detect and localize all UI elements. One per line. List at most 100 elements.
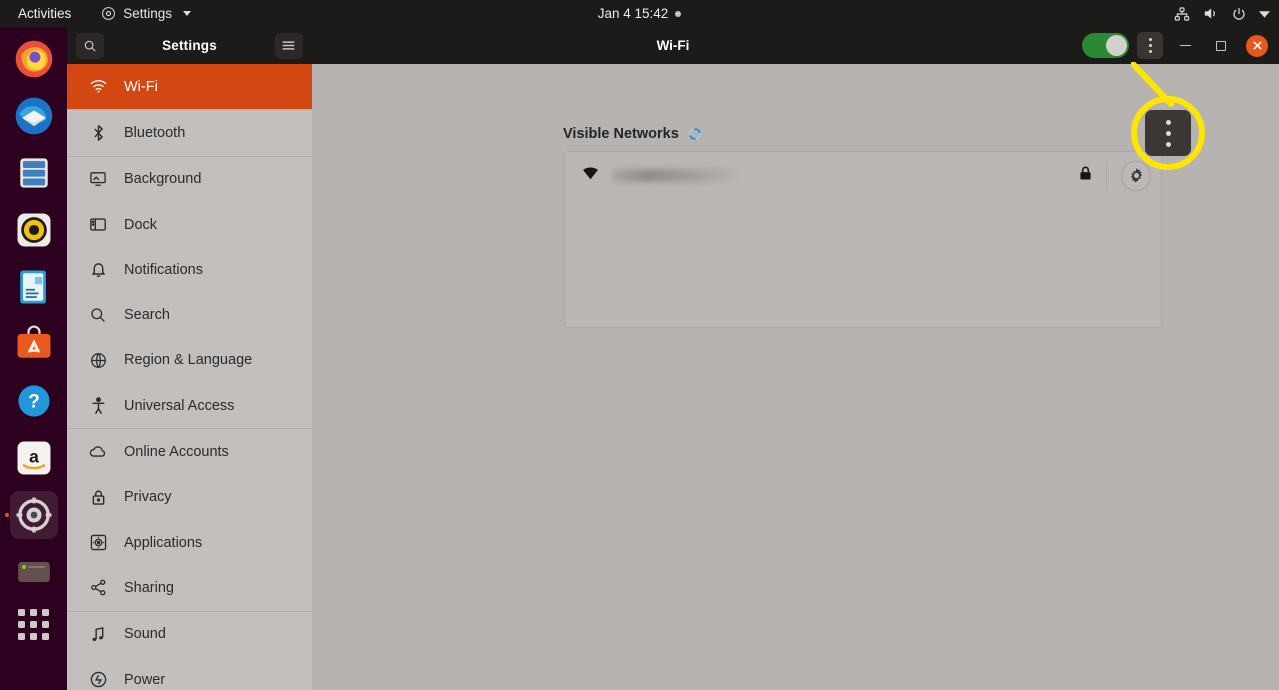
sidebar-item-label: Universal Access <box>124 397 235 414</box>
settings-sidebar: Wi-Fi Bluetooth Background Dock Notifica… <box>67 64 312 690</box>
dock-item-trash[interactable] <box>10 548 58 596</box>
sidebar-item-label: Sound <box>124 626 166 643</box>
network-settings-button[interactable] <box>1121 160 1151 191</box>
sidebar-item-label: Wi-Fi <box>124 78 158 95</box>
menu-dot <box>1148 38 1152 41</box>
libreoffice-writer-icon <box>19 270 46 304</box>
grid-dot <box>30 609 37 616</box>
sidebar-item-label: Privacy <box>124 489 172 506</box>
music-note-icon <box>89 626 107 643</box>
sidebar-title: Settings <box>162 38 217 53</box>
visible-networks-header: Visible Networks <box>563 126 702 142</box>
sidebar-item-online-accounts[interactable]: Online Accounts <box>67 429 312 474</box>
sidebar-item-bluetooth[interactable]: Bluetooth <box>67 110 312 155</box>
activities-button[interactable]: Activities <box>10 4 79 23</box>
section-title: Visible Networks <box>563 126 679 142</box>
dock-item-firefox[interactable] <box>10 35 58 83</box>
screen: Activities Settings Jan 4 15:42 ? a Sett… <box>0 0 1279 690</box>
sidebar-header: Settings <box>67 27 312 64</box>
minimize-button[interactable] <box>1171 32 1199 60</box>
sidebar-item-sound[interactable]: Sound <box>67 612 312 657</box>
visible-networks-list <box>564 151 1162 328</box>
dock-item-settings[interactable] <box>9 491 58 539</box>
close-icon <box>1246 34 1268 57</box>
menu-dot <box>1148 44 1152 47</box>
applications-icon <box>89 534 107 551</box>
sidebar-item-label: Background <box>124 171 202 188</box>
sidebar-item-sharing[interactable]: Sharing <box>67 565 312 610</box>
sidebar-item-notifications[interactable]: Notifications <box>67 247 312 292</box>
show-applications-button[interactable] <box>18 609 49 640</box>
wifi-panel: Visible Networks <box>312 64 1279 690</box>
cloud-icon <box>89 445 107 459</box>
app-menu-button[interactable]: Settings <box>101 6 192 21</box>
accessibility-icon <box>89 396 107 415</box>
wifi-signal-full-icon <box>582 166 599 185</box>
toggle-knob <box>1106 35 1127 56</box>
grid-dot <box>30 633 37 640</box>
sidebar-item-label: Applications <box>124 534 203 551</box>
sidebar-item-label: Dock <box>124 216 158 233</box>
chevron-down-icon <box>183 11 192 16</box>
dock-item-help[interactable]: ? <box>10 377 58 425</box>
search-button[interactable] <box>76 32 104 59</box>
padlock-icon <box>1079 166 1092 186</box>
ubuntu-software-icon <box>17 325 50 358</box>
panel-body: Visible Networks <box>312 64 1279 690</box>
sidebar-item-label: Bluetooth <box>124 124 186 141</box>
sidebar-item-label: Sharing <box>124 579 174 596</box>
sidebar-item-region-language[interactable]: Region & Language <box>67 338 312 383</box>
background-monitor-icon <box>89 171 107 187</box>
close-button[interactable] <box>1243 32 1271 60</box>
grid-dot <box>18 633 25 640</box>
maximize-icon <box>1216 40 1226 51</box>
sidebar-item-universal-access[interactable]: Universal Access <box>67 383 312 428</box>
help-icon: ? <box>17 385 50 417</box>
system-tray[interactable] <box>1174 0 1270 27</box>
grid-dot <box>18 621 25 628</box>
hamburger-menu-icon <box>283 41 295 50</box>
globe-icon <box>89 352 107 369</box>
chevron-down-icon <box>1259 10 1270 18</box>
sidebar-item-search[interactable]: Search <box>67 292 312 337</box>
settings-window: Settings Wi-Fi Wi-Fi Bluetooth Backgroun… <box>67 27 1279 690</box>
search-icon <box>89 307 107 323</box>
clock-button[interactable]: Jan 4 15:42 <box>540 6 740 21</box>
share-icon <box>89 579 107 596</box>
power-icon <box>1231 6 1247 22</box>
sidebar-item-privacy[interactable]: Privacy <box>67 475 312 520</box>
dock-item-rhythmbox[interactable] <box>10 206 58 254</box>
sidebar-item-applications[interactable]: Applications <box>67 520 312 565</box>
settings-gear-icon <box>16 497 51 533</box>
window-titlebar: Settings Wi-Fi <box>67 27 1279 64</box>
thunderbird-icon <box>15 97 52 135</box>
dock-item-thunderbird[interactable] <box>10 92 58 140</box>
hamburger-menu-button[interactable] <box>274 32 303 59</box>
maximize-button[interactable] <box>1207 32 1235 60</box>
menu-dot <box>1148 50 1152 53</box>
wifi-toggle[interactable] <box>1082 33 1129 58</box>
lock-icon <box>89 489 107 506</box>
sidebar-item-wifi[interactable]: Wi-Fi <box>67 64 312 110</box>
minimize-icon <box>1179 44 1191 47</box>
loading-spinner-icon <box>688 127 702 141</box>
grid-dot <box>18 609 25 616</box>
three-dot-menu-button[interactable] <box>1137 32 1163 59</box>
sidebar-item-background[interactable]: Background <box>67 157 312 202</box>
titlebar-actions <box>1082 27 1271 64</box>
dock-item-ubuntu-software[interactable] <box>10 320 58 368</box>
amazon-icon: a <box>17 441 50 475</box>
notification-dot-icon <box>675 10 682 17</box>
power-circle-icon <box>89 671 107 688</box>
search-icon <box>84 40 96 52</box>
sidebar-item-dock[interactable]: Dock <box>67 202 312 247</box>
network-row[interactable] <box>565 152 1161 199</box>
dock-item-files[interactable] <box>10 149 58 197</box>
rhythmbox-icon <box>17 213 50 247</box>
dock-item-amazon[interactable]: a <box>10 434 58 482</box>
sidebar-item-power[interactable]: Power <box>67 657 312 690</box>
dock-item-libreoffice-writer[interactable] <box>10 263 58 311</box>
row-divider <box>1106 162 1107 189</box>
volume-icon <box>1202 5 1219 22</box>
grid-dot <box>42 609 49 616</box>
